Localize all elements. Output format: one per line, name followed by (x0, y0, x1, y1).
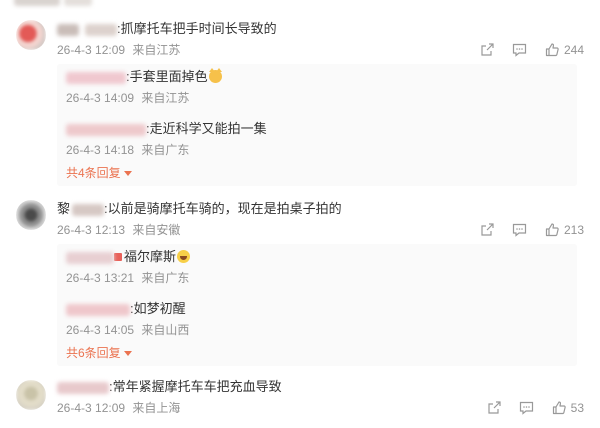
caret-down-icon (123, 171, 132, 177)
comment-actions: 244 (462, 42, 584, 58)
reply-meta: 26-4-3 14:18 来自广东 (66, 142, 189, 158)
share-button[interactable] (480, 223, 494, 237)
reply-meta: 26-4-3 14:09 来自江苏 (66, 90, 189, 106)
username[interactable] (66, 303, 130, 316)
comment-meta: 26-4-3 12:09 来自江苏 (57, 42, 180, 58)
reply-meta: 26-4-3 14:05 来自山西 (66, 322, 189, 338)
reply-date: 26-4-3 14:05 (66, 323, 135, 337)
share-icon (481, 223, 494, 236)
comment-meta: 26-4-3 12:09 来自上海 (57, 400, 180, 416)
comment-item: 黎 :以前是骑摩托车骑的，现在是拍桌子拍的 26-4-3 12:13 来自安徽 2… (0, 200, 600, 370)
more-replies-label: 共4条回复 (66, 166, 121, 180)
like-count: 53 (570, 401, 584, 415)
share-button[interactable] (487, 401, 501, 415)
reply-location: 来自江苏 (141, 91, 190, 105)
share-icon (481, 43, 494, 56)
comment-date: 26-4-3 12:09 (57, 43, 126, 57)
reply-item: 福尔摩斯 26-4-3 13:21 来自广东 (66, 248, 566, 290)
reply-text-line: :如梦初醒 (66, 300, 186, 318)
comment-button[interactable] (512, 223, 527, 237)
like-button[interactable]: 213 (545, 223, 584, 237)
share-button[interactable] (480, 43, 494, 57)
comment-text: :抓摩托车把手时间长导致的 (117, 21, 277, 36)
comment-item: :常年紧握摩托车车把充血导致 26-4-3 12:09 来自上海 53 (0, 378, 600, 420)
cat-emoji (208, 68, 222, 83)
username[interactable] (66, 251, 114, 264)
thumbs-up-icon (552, 401, 566, 415)
thumbs-up-icon (545, 223, 559, 237)
avatar[interactable] (16, 380, 46, 410)
reply-item: :手套里面掉色 26-4-3 14:09 来自江苏 (66, 68, 566, 110)
blurred-text (64, 0, 92, 6)
reply-box: 福尔摩斯 26-4-3 13:21 来自广东 :如梦初醒 26-4-3 14:0… (57, 244, 577, 366)
reply-item: :如梦初醒 26-4-3 14:05 来自山西 (66, 300, 566, 342)
comment-icon (519, 401, 533, 415)
reply-location: 来自广东 (141, 143, 190, 157)
thumbs-up-icon (545, 43, 559, 57)
like-count: 244 (563, 43, 584, 57)
reply-meta: 26-4-3 13:21 来自广东 (66, 270, 189, 286)
comment-location: 来自安徽 (132, 223, 181, 237)
reply-text: :手套里面掉色 (126, 69, 208, 84)
avatar[interactable] (16, 200, 46, 230)
comment-actions: 53 (469, 400, 584, 416)
caret-down-icon (123, 351, 132, 357)
comment-icon (512, 223, 527, 237)
blurred-text (14, 0, 60, 6)
reply-date: 26-4-3 13:21 (66, 271, 135, 285)
comment-text: :以前是骑摩托车骑的，现在是拍桌子拍的 (104, 201, 342, 216)
comment-text-line: :抓摩托车把手时间长导致的 (57, 20, 277, 38)
reply-text: 福尔摩斯 (124, 249, 177, 264)
username[interactable] (72, 203, 105, 216)
badge-icon (114, 253, 122, 261)
comment-button[interactable] (519, 401, 534, 415)
comment-location: 来自上海 (132, 401, 181, 415)
comment-text-line: :常年紧握摩托车车把充血导致 (57, 378, 282, 396)
username-visible[interactable]: 黎 (57, 201, 70, 216)
username[interactable] (66, 71, 126, 84)
reply-text-line: :手套里面掉色 (66, 68, 222, 86)
username[interactable] (66, 123, 146, 136)
reply-text-line: :走近科学又能拍一集 (66, 120, 267, 138)
more-replies-link[interactable]: 共6条回复 (66, 345, 132, 361)
comment-button[interactable] (512, 43, 527, 57)
comment-location: 来自江苏 (132, 43, 181, 57)
more-replies-label: 共6条回复 (66, 346, 121, 360)
like-count: 213 (563, 223, 584, 237)
reply-date: 26-4-3 14:18 (66, 143, 135, 157)
comment-icon (512, 43, 527, 57)
laughing-emoji (177, 250, 191, 263)
like-button[interactable]: 244 (545, 43, 584, 57)
top-cutoff-row (0, 0, 600, 10)
avatar[interactable] (16, 20, 46, 50)
like-button[interactable]: 53 (552, 401, 584, 415)
comment-actions: 213 (462, 222, 584, 238)
comment-meta: 26-4-3 12:13 来自安徽 (57, 222, 180, 238)
comment-date: 26-4-3 12:13 (57, 223, 126, 237)
username[interactable] (85, 23, 117, 36)
reply-location: 来自广东 (141, 271, 190, 285)
comment-text: :常年紧握摩托车车把充血导致 (109, 379, 282, 394)
comment-date: 26-4-3 12:09 (57, 401, 126, 415)
reply-location: 来自山西 (141, 323, 190, 337)
comment-item: :抓摩托车把手时间长导致的 26-4-3 12:09 来自江苏 244 :手套里… (0, 20, 600, 190)
reply-box: :手套里面掉色 26-4-3 14:09 来自江苏 :走近科学又能拍一集 26-… (57, 64, 577, 186)
username[interactable] (57, 381, 109, 394)
username[interactable] (57, 23, 79, 36)
more-replies-link[interactable]: 共4条回复 (66, 165, 132, 181)
comment-text-line: 黎 :以前是骑摩托车骑的，现在是拍桌子拍的 (57, 200, 342, 218)
reply-text: :如梦初醒 (130, 301, 186, 316)
reply-item: :走近科学又能拍一集 26-4-3 14:18 来自广东 (66, 120, 566, 162)
reply-date: 26-4-3 14:09 (66, 91, 135, 105)
share-icon (488, 401, 501, 414)
reply-text: :走近科学又能拍一集 (146, 121, 267, 136)
reply-text-line: 福尔摩斯 (66, 248, 191, 266)
